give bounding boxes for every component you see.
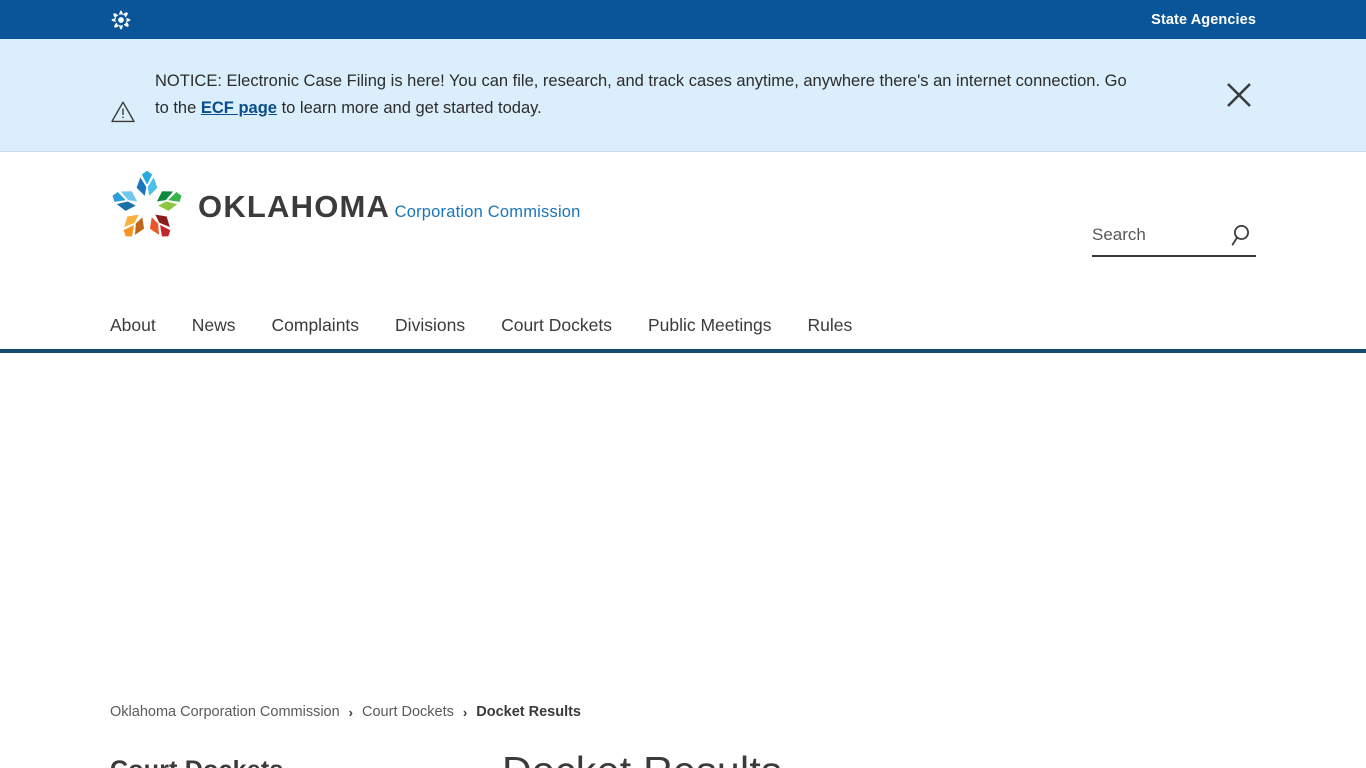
- state-bar: State Agencies: [0, 0, 1366, 39]
- nav-link-about[interactable]: About: [110, 315, 156, 349]
- nav-link-complaints[interactable]: Complaints: [272, 315, 360, 349]
- nav-item-rules[interactable]: Rules: [808, 315, 853, 349]
- site-header: OKLAHOMA Corporation Commission: [0, 152, 1366, 305]
- nav-item-news[interactable]: News: [192, 315, 236, 349]
- nav-link-court-dockets[interactable]: Court Dockets: [501, 315, 612, 349]
- search-icon[interactable]: [1230, 222, 1256, 248]
- nav-link-public-meetings[interactable]: Public Meetings: [648, 315, 772, 349]
- close-icon[interactable]: [1222, 78, 1256, 112]
- nav-item-divisions[interactable]: Divisions: [395, 315, 465, 349]
- page-title: Docket Results: [502, 748, 1272, 768]
- notice-banner: NOTICE: Electronic Case Filing is here! …: [0, 39, 1366, 152]
- main-navigation: About News Complaints Divisions Court Do…: [0, 305, 1366, 353]
- breadcrumb: Oklahoma Corporation Commission › Court …: [110, 704, 581, 720]
- main-content: Docket Results Docket Results are update…: [502, 748, 1272, 768]
- breadcrumb-item-current: Docket Results: [476, 704, 581, 720]
- breadcrumb-item-court-dockets[interactable]: Court Dockets: [362, 704, 454, 720]
- site-logo[interactable]: OKLAHOMA Corporation Commission: [110, 170, 581, 244]
- oklahoma-state-seal-icon[interactable]: [110, 9, 132, 31]
- notice-text-after: to learn more and get started today.: [276, 99, 542, 117]
- logo-wordmark-secondary: Corporation Commission: [394, 202, 581, 221]
- logo-wordmark-primary: OKLAHOMA: [198, 188, 391, 224]
- chevron-right-icon: ›: [348, 704, 354, 720]
- nav-item-complaints[interactable]: Complaints: [272, 315, 360, 349]
- sidebar-title: Court Dockets: [110, 756, 472, 768]
- warning-triangle-icon: [110, 99, 136, 125]
- chevron-right-icon: ›: [462, 704, 468, 720]
- nav-item-public-meetings[interactable]: Public Meetings: [648, 315, 772, 349]
- notice-text: NOTICE: Electronic Case Filing is here! …: [155, 68, 1170, 121]
- nav-link-news[interactable]: News: [192, 315, 236, 349]
- breadcrumb-item-home[interactable]: Oklahoma Corporation Commission: [110, 704, 340, 720]
- nav-list: About News Complaints Divisions Court Do…: [110, 305, 852, 349]
- oklahoma-corporation-commission-logo-icon: [110, 170, 184, 244]
- sidebar: Court Dockets Docket Results Electronic …: [110, 756, 472, 768]
- state-agencies-link[interactable]: State Agencies: [1151, 12, 1256, 28]
- nav-link-divisions[interactable]: Divisions: [395, 315, 465, 349]
- nav-link-rules[interactable]: Rules: [808, 315, 853, 349]
- nav-item-about[interactable]: About: [110, 315, 156, 349]
- search-input[interactable]: [1092, 225, 1216, 245]
- ecf-page-link[interactable]: ECF page: [201, 99, 277, 117]
- search-box: [1092, 222, 1256, 257]
- nav-item-court-dockets[interactable]: Court Dockets: [501, 315, 612, 349]
